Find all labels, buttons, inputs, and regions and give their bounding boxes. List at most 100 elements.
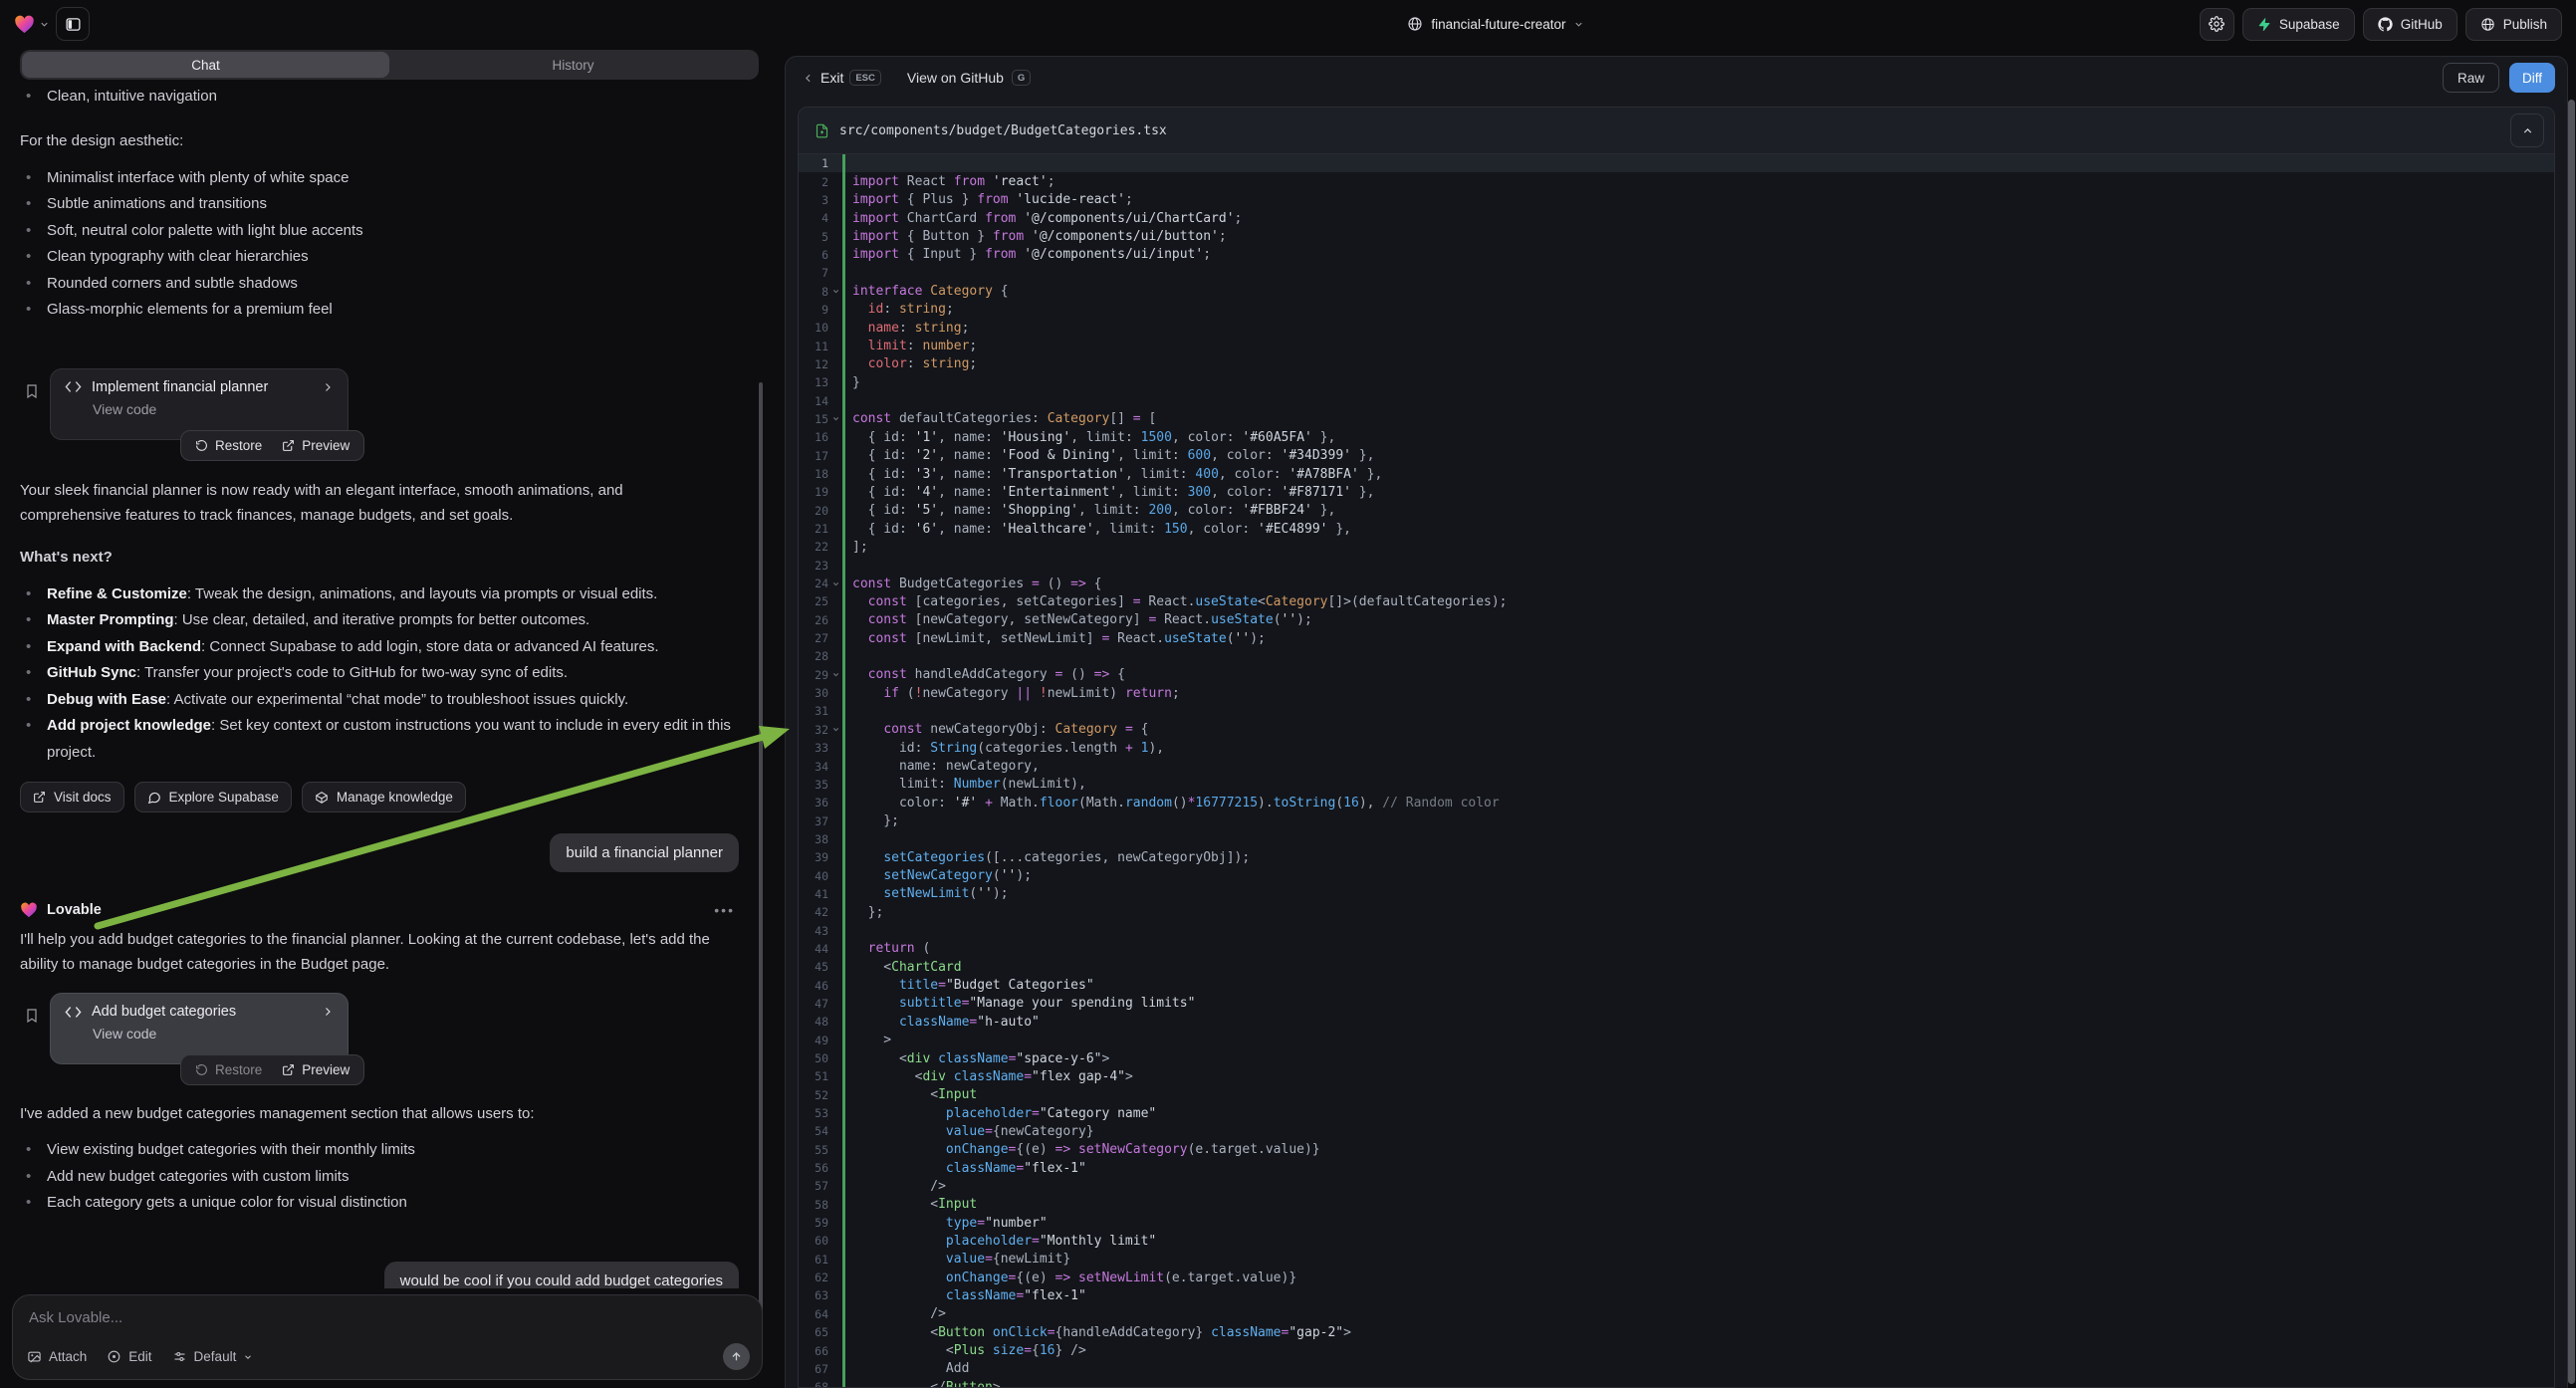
code-line[interactable]: 17 { id: '2', name: 'Food & Dining', lim… — [799, 447, 2554, 465]
code-line[interactable]: 33 id: String(categories.length + 1), — [799, 739, 2554, 757]
code-line[interactable]: 58 <Input — [799, 1196, 2554, 1214]
code-line[interactable]: 41 setNewLimit(''); — [799, 885, 2554, 903]
code-line[interactable]: 48 className="h-auto" — [799, 1013, 2554, 1031]
code-line[interactable]: 49 > — [799, 1032, 2554, 1049]
lovable-logo-menu[interactable] — [14, 15, 50, 34]
code-line[interactable]: 25 const [categories, setCategories] = R… — [799, 592, 2554, 610]
code-line[interactable]: 43 — [799, 921, 2554, 939]
exit-button[interactable]: Exit ESC — [802, 70, 881, 86]
bookmark-icon[interactable] — [24, 1007, 40, 1025]
bookmark-icon[interactable] — [24, 382, 40, 400]
code-line[interactable]: 10 name: string; — [799, 319, 2554, 337]
manage-knowledge-button[interactable]: Manage knowledge — [302, 782, 466, 812]
code-line[interactable]: 24const BudgetCategories = () => { — [799, 575, 2554, 592]
code-line[interactable]: 36 color: '#' + Math.floor(Math.random()… — [799, 794, 2554, 811]
view-code-link[interactable]: View code — [65, 401, 334, 417]
version-card-implement-financial-planner[interactable]: Implement financial planner View code — [50, 368, 349, 440]
fold-chevron-icon[interactable] — [828, 414, 842, 423]
code-line[interactable]: 28 — [799, 647, 2554, 665]
code-line[interactable]: 40 setNewCategory(''); — [799, 866, 2554, 884]
fold-chevron-icon[interactable] — [828, 579, 842, 588]
code-line[interactable]: 62 onChange={(e) => setNewLimit(e.target… — [799, 1269, 2554, 1286]
preview-button[interactable]: Preview — [272, 1055, 359, 1084]
restore-button[interactable]: Restore — [185, 431, 272, 460]
code-line[interactable]: 7 — [799, 264, 2554, 282]
code-line[interactable]: 54 value={newCategory} — [799, 1122, 2554, 1140]
code-line[interactable]: 5import { Button } from '@/components/ui… — [799, 227, 2554, 245]
fold-chevron-icon[interactable] — [828, 287, 842, 296]
code-line[interactable]: 59 type="number" — [799, 1214, 2554, 1232]
code-line[interactable]: 64 /> — [799, 1305, 2554, 1323]
code-line[interactable]: 50 <div className="space-y-6"> — [799, 1049, 2554, 1067]
diff-toggle-button[interactable]: Diff — [2509, 63, 2555, 93]
chat-scrollbar[interactable] — [759, 382, 763, 1330]
code-line[interactable]: 2import React from 'react'; — [799, 172, 2554, 190]
code-line[interactable]: 9 id: string; — [799, 301, 2554, 319]
preview-button[interactable]: Preview — [272, 431, 359, 460]
code-line[interactable]: 42 }; — [799, 903, 2554, 921]
code-line[interactable]: 46 title="Budget Categories" — [799, 976, 2554, 994]
edit-button[interactable]: Edit — [107, 1349, 151, 1364]
publish-button[interactable]: Publish — [2465, 8, 2562, 41]
attach-button[interactable]: Attach — [27, 1349, 87, 1364]
code-line[interactable]: 47 subtitle="Manage your spending limits… — [799, 995, 2554, 1013]
code-line[interactable]: 55 onChange={(e) => setNewCategory(e.tar… — [799, 1141, 2554, 1159]
raw-toggle-button[interactable]: Raw — [2443, 63, 2499, 93]
code-line[interactable]: 45 <ChartCard — [799, 958, 2554, 976]
code-line[interactable]: 68 </Button> — [799, 1378, 2554, 1388]
mode-selector[interactable]: Default — [172, 1349, 254, 1364]
code-line[interactable]: 11 limit: number; — [799, 337, 2554, 354]
code-line[interactable]: 27 const [newLimit, setNewLimit] = React… — [799, 629, 2554, 647]
code-line[interactable]: 3import { Plus } from 'lucide-react'; — [799, 191, 2554, 209]
code-line[interactable]: 16 { id: '1', name: 'Housing', limit: 15… — [799, 428, 2554, 446]
code-line[interactable]: 22]; — [799, 538, 2554, 556]
code-line[interactable]: 61 value={newLimit} — [799, 1251, 2554, 1269]
code-line[interactable]: 38 — [799, 830, 2554, 848]
code-line[interactable]: 20 { id: '5', name: 'Shopping', limit: 2… — [799, 502, 2554, 520]
code-line[interactable]: 23 — [799, 557, 2554, 575]
code-line[interactable]: 15const defaultCategories: Category[] = … — [799, 410, 2554, 428]
code-line[interactable]: 31 — [799, 702, 2554, 720]
code-line[interactable]: 19 { id: '4', name: 'Entertainment', lim… — [799, 483, 2554, 501]
tab-history[interactable]: History — [389, 52, 757, 78]
code-line[interactable]: 26 const [newCategory, setNewCategory] =… — [799, 611, 2554, 629]
tab-chat[interactable]: Chat — [22, 52, 389, 78]
project-switcher[interactable]: financial-future-creator — [793, 16, 2200, 32]
code-line[interactable]: 12 color: string; — [799, 355, 2554, 373]
restore-button-disabled[interactable]: Restore — [185, 1055, 272, 1084]
code-line[interactable]: 60 placeholder="Monthly limit" — [799, 1232, 2554, 1250]
send-button[interactable] — [723, 1343, 750, 1370]
code-line[interactable]: 4import ChartCard from '@/components/ui/… — [799, 209, 2554, 227]
code-line[interactable]: 29 const handleAddCategory = () => { — [799, 666, 2554, 684]
code-line[interactable]: 57 /> — [799, 1177, 2554, 1195]
fold-chevron-icon[interactable] — [828, 670, 842, 679]
code-line[interactable]: 34 name: newCategory, — [799, 757, 2554, 775]
code-line[interactable]: 21 { id: '6', name: 'Healthcare', limit:… — [799, 520, 2554, 538]
github-button[interactable]: GitHub — [2363, 8, 2458, 41]
code-line[interactable]: 8interface Category { — [799, 282, 2554, 300]
settings-button[interactable] — [2200, 8, 2234, 41]
chat-input-box[interactable]: Ask Lovable... Attach Edit Default — [12, 1294, 763, 1380]
file-card-header[interactable]: src/components/budget/BudgetCategories.t… — [799, 108, 2554, 154]
code-line[interactable]: 13} — [799, 373, 2554, 391]
code-line[interactable]: 67 Add — [799, 1360, 2554, 1378]
supabase-button[interactable]: Supabase — [2242, 8, 2355, 41]
code-line[interactable]: 18 { id: '3', name: 'Transportation', li… — [799, 465, 2554, 483]
code-line[interactable]: 52 <Input — [799, 1086, 2554, 1104]
code-line[interactable]: 1 — [799, 154, 2554, 172]
sidebar-toggle-button[interactable] — [56, 7, 90, 41]
message-menu-icon[interactable]: ••• — [714, 902, 735, 918]
chat-scroll-area[interactable]: Clean, intuitive navigation For the desi… — [0, 84, 759, 1288]
code-editor[interactable]: 12import React from 'react';3import { Pl… — [799, 154, 2554, 1388]
code-line[interactable]: 63 className="flex-1" — [799, 1286, 2554, 1304]
code-line[interactable]: 37 }; — [799, 811, 2554, 829]
code-line[interactable]: 14 — [799, 391, 2554, 409]
code-line[interactable]: 32 const newCategoryObj: Category = { — [799, 721, 2554, 739]
code-line[interactable]: 35 limit: Number(newLimit), — [799, 776, 2554, 794]
view-on-github-button[interactable]: View on GitHub G — [907, 70, 1031, 86]
view-code-link[interactable]: View code — [65, 1026, 334, 1041]
collapse-file-button[interactable] — [2510, 114, 2544, 147]
code-line[interactable]: 39 setCategories([...categories, newCate… — [799, 848, 2554, 866]
code-line[interactable]: 51 <div className="flex gap-4"> — [799, 1067, 2554, 1085]
code-line[interactable]: 44 return ( — [799, 940, 2554, 958]
